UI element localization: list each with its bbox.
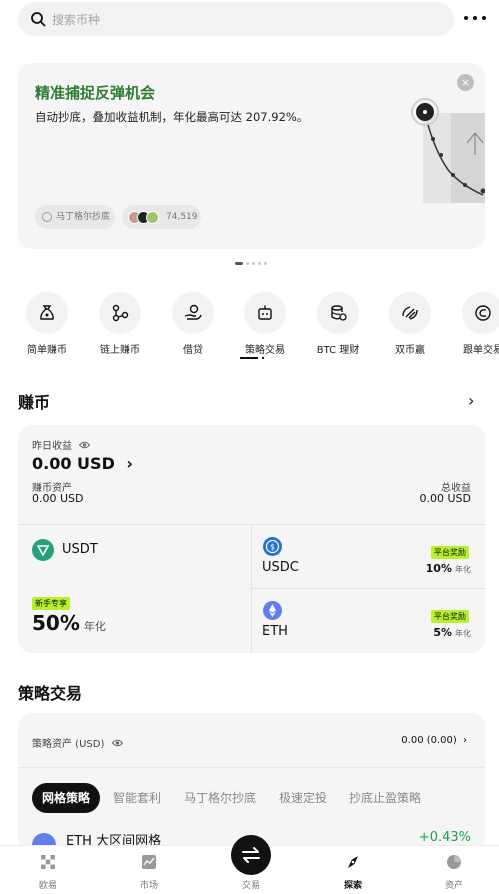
quick-onchain-earn[interactable]: 链上赚币 — [85, 292, 155, 356]
usdc-icon: $ — [263, 537, 282, 556]
nav-label: 交易 — [241, 881, 260, 891]
copy-trade-icon — [475, 305, 491, 321]
eth-apr: 5% 年化 — [433, 626, 471, 639]
earn-assets-value: 0.00 USD — [32, 492, 84, 505]
newbie-badge: 新手专享 — [32, 597, 70, 610]
quick-strategy-trade[interactable]: 策略交易 — [230, 292, 300, 356]
strategy-card: 策略资产 (USD) 0.00 (0.00) › 网格策略 智能套利 马丁格尔抄… — [18, 713, 485, 853]
yesterday-label: 昨日收益 — [32, 437, 91, 452]
chevron-right-icon[interactable]: › — [468, 391, 474, 410]
quick-btc-finance[interactable]: BTC 理财 — [303, 292, 373, 356]
total-earnings-value: 0.00 USD — [419, 492, 472, 505]
strategy-chip-label: 马丁格尔抄底 — [56, 212, 111, 222]
usdc-name: USDC — [262, 560, 299, 575]
bot-icon — [258, 305, 272, 320]
nav-okx[interactable]: 欧易 — [13, 846, 83, 894]
strategy-assets-value[interactable]: 0.00 (0.00) › — [401, 735, 467, 746]
dual-currency-icon — [402, 306, 418, 320]
coin-stack-icon — [331, 305, 347, 321]
tab-fast-dca[interactable]: 极速定投 — [279, 783, 327, 813]
platform-reward-badge: 平台奖励 — [431, 546, 469, 559]
quick-label: BTC 理财 — [316, 345, 360, 356]
search-input[interactable]: 搜索币种 — [18, 2, 454, 36]
eth-name: ETH — [262, 624, 288, 639]
banner-title: 精准捕捉反弹机会 — [35, 84, 156, 102]
avatar — [146, 211, 159, 224]
quick-label: 跟单交易 — [463, 345, 499, 356]
quick-loan[interactable]: 借贷 — [158, 292, 228, 356]
nav-label: 资产 — [444, 881, 463, 891]
tab-martingale[interactable]: 马丁格尔抄底 — [184, 783, 256, 813]
quick-label: 链上赚币 — [100, 345, 140, 356]
usdt-apr: 50% 年化 — [32, 611, 106, 635]
trade-swap-button[interactable] — [231, 835, 271, 875]
nav-assets[interactable]: 资产 — [419, 846, 489, 894]
earn-card[interactable]: 昨日收益 0.00 USD › 赚币资产 0.00 USD 总收益 0.00 U… — [18, 425, 485, 653]
promo-banner[interactable]: 精准捕捉反弹机会 自动抄底，叠加收益机制，年化最高可达 207.92%。 × 马… — [18, 63, 485, 249]
users-count: 74,519 — [166, 212, 198, 222]
top-bar: 搜索币种 — [0, 0, 499, 42]
platform-reward-badge: 平台奖励 — [431, 610, 469, 623]
quick-simple-earn[interactable]: 简单赚币 — [12, 292, 82, 356]
nav-label: 市场 — [139, 881, 158, 891]
search-icon — [31, 12, 46, 27]
strategy-chip-icon — [42, 212, 52, 222]
quick-copy-trade[interactable]: 跟单交易 — [448, 292, 499, 356]
tab-dip-take-profit[interactable]: 抄底止盈策略 — [349, 783, 421, 813]
banner-subtitle: 自动抄底，叠加收益机制，年化最高可达 207.92%。 — [35, 110, 309, 124]
strategy-chip[interactable]: 马丁格尔抄底 — [35, 205, 115, 229]
usdt-icon — [32, 539, 54, 561]
pie-chart-icon — [447, 855, 461, 869]
chevron-right-icon: › — [463, 735, 467, 746]
hand-coin-icon — [184, 304, 202, 320]
quick-label: 策略交易 — [245, 345, 285, 356]
banner-graphic — [411, 98, 485, 203]
tab-smart-arbitrage[interactable]: 智能套利 — [113, 783, 161, 813]
strategy-section-title: 策略交易 — [18, 684, 83, 703]
nav-label: 欧易 — [38, 881, 57, 891]
users-chip: 74,519 — [122, 205, 201, 229]
eth-icon — [263, 601, 282, 620]
search-placeholder: 搜索币种 — [52, 13, 101, 27]
usdc-apr: 10% 年化 — [425, 562, 471, 575]
svg-text:$: $ — [270, 543, 275, 552]
strategy-assets-label: 策略资产 (USD) — [32, 735, 123, 750]
tab-grid[interactable]: 网格策略 — [32, 783, 101, 813]
compass-icon — [348, 856, 358, 868]
money-bag-icon — [40, 305, 54, 320]
okx-logo-icon — [41, 855, 55, 869]
close-icon[interactable]: × — [457, 74, 474, 91]
chain-nodes-icon — [112, 304, 129, 322]
quick-label: 借贷 — [183, 345, 203, 356]
yesterday-value[interactable]: 0.00 USD › — [32, 454, 133, 473]
chart-icon — [142, 855, 156, 869]
quick-label: 简单赚币 — [27, 345, 67, 356]
nav-market[interactable]: 市场 — [114, 846, 184, 894]
carousel-dots — [235, 262, 275, 266]
more-menu-icon[interactable] — [462, 10, 488, 26]
strategy-row-pct: +0.43% — [418, 830, 471, 845]
earn-section-title: 赚币 — [18, 393, 51, 412]
swap-arrows-icon — [242, 847, 260, 863]
quick-label: 双币赢 — [395, 345, 425, 356]
quick-dual-currency[interactable]: 双币赢 — [375, 292, 445, 356]
eye-icon[interactable] — [111, 739, 123, 747]
chevron-right-icon: › — [126, 454, 134, 473]
eye-icon[interactable] — [79, 441, 91, 449]
nav-label: 探索 — [343, 881, 362, 891]
usdt-name: USDT — [62, 542, 98, 557]
nav-explore[interactable]: 探索 — [318, 846, 388, 894]
